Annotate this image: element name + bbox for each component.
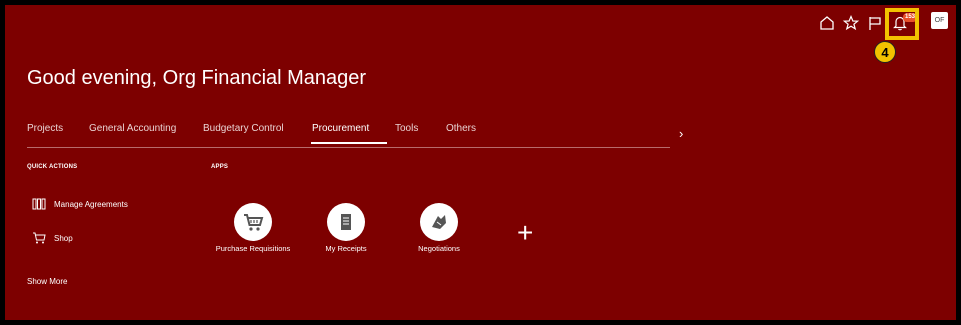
show-more-link[interactable]: Show More: [27, 277, 67, 286]
favorites-icon[interactable]: [842, 14, 860, 32]
app-negotiations[interactable]: Negotiations: [399, 203, 479, 253]
quick-action-shop[interactable]: Shop: [32, 231, 73, 245]
receipt-icon: [341, 214, 351, 230]
cart-icon: [33, 232, 46, 244]
quick-actions-title: QUICK ACTIONS: [27, 164, 78, 170]
tab-projects[interactable]: Projects: [27, 123, 63, 134]
tab-tools[interactable]: Tools: [395, 123, 418, 134]
app-label: Negotiations: [418, 244, 460, 253]
quick-action-label: Manage Agreements: [54, 199, 128, 209]
step-marker: 4: [874, 41, 896, 63]
tab-others[interactable]: Others: [446, 123, 476, 134]
user-avatar[interactable]: OF: [931, 12, 948, 29]
agreements-icon: [32, 198, 46, 210]
app-purchase-requisitions[interactable]: Purchase Requisitions: [213, 203, 293, 253]
watchlist-flag-icon[interactable]: [866, 14, 884, 32]
chevron-right-icon[interactable]: ›: [679, 126, 683, 141]
negotiation-icon: [432, 215, 446, 229]
page-greeting: Good evening, Org Financial Manager: [27, 67, 367, 89]
cart-icon: [244, 214, 264, 231]
tab-budgetary-control[interactable]: Budgetary Control: [203, 123, 284, 134]
app-label: My Receipts: [325, 244, 367, 253]
tab-general-accounting[interactable]: General Accounting: [89, 123, 176, 134]
tab-procurement[interactable]: Procurement: [310, 123, 388, 144]
add-app-icon[interactable]: +: [517, 217, 533, 249]
home-icon[interactable]: [818, 14, 836, 32]
navigation-tabs: Projects General Accounting Budgetary Co…: [27, 123, 670, 148]
app-frame: 153 4 OF Good evening, Org Financial Man…: [5, 5, 956, 320]
notifications-highlight-box: [885, 8, 919, 40]
quick-action-label: Shop: [54, 233, 73, 243]
quick-action-manage-agreements[interactable]: Manage Agreements: [32, 197, 128, 211]
app-my-receipts[interactable]: My Receipts: [306, 203, 386, 253]
apps-title: APPS: [211, 164, 229, 170]
app-label: Purchase Requisitions: [215, 244, 291, 253]
